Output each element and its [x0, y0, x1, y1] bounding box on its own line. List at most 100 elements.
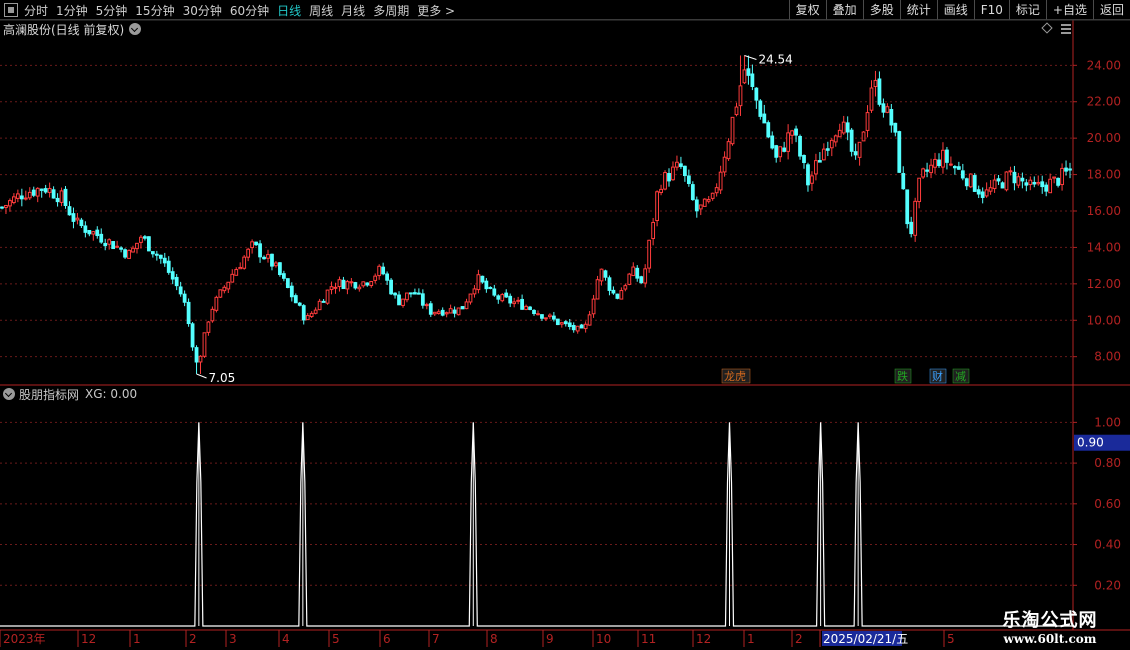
candlestick[interactable]: [67, 201, 72, 216]
candlestick[interactable]: [325, 289, 330, 305]
candlestick[interactable]: [214, 295, 219, 313]
candlestick[interactable]: [333, 282, 338, 294]
candlestick[interactable]: [1024, 179, 1029, 192]
candlestick[interactable]: [262, 255, 266, 260]
candlestick[interactable]: [75, 212, 80, 225]
candlestick[interactable]: [123, 248, 127, 259]
candlestick[interactable]: [377, 264, 382, 280]
candlestick[interactable]: [27, 187, 32, 200]
candlestick[interactable]: [710, 192, 715, 201]
candlestick[interactable]: [1048, 173, 1053, 194]
candlestick[interactable]: [413, 288, 417, 295]
candlestick[interactable]: [671, 161, 675, 181]
candlestick[interactable]: [1056, 177, 1060, 188]
candlestick[interactable]: [103, 238, 108, 251]
candlestick[interactable]: [551, 311, 556, 322]
candlestick[interactable]: [496, 294, 501, 304]
candlestick[interactable]: [698, 204, 703, 216]
candlestick[interactable]: [647, 239, 652, 273]
candlestick[interactable]: [682, 165, 687, 182]
candlestick[interactable]: [615, 293, 620, 300]
candlestick[interactable]: [929, 158, 933, 179]
candlestick[interactable]: [619, 287, 624, 300]
menu-icon[interactable]: [1061, 24, 1071, 34]
candlestick[interactable]: [984, 182, 989, 198]
candlestick[interactable]: [635, 265, 640, 282]
event-tag[interactable]: 跌: [894, 368, 912, 384]
candlestick[interactable]: [131, 245, 135, 253]
chevron-down-icon[interactable]: [3, 388, 15, 400]
candlestick[interactable]: [393, 292, 397, 299]
candlestick[interactable]: [313, 307, 318, 315]
candlestick[interactable]: [980, 187, 985, 204]
candlestick[interactable]: [659, 184, 663, 196]
candlestick[interactable]: [976, 185, 981, 199]
candlestick[interactable]: [742, 55, 747, 84]
candlestick[interactable]: [297, 301, 302, 307]
candlestick[interactable]: [853, 143, 858, 160]
candlestick[interactable]: [309, 311, 314, 318]
event-tag[interactable]: 减: [952, 368, 970, 384]
candlestick[interactable]: [901, 166, 906, 190]
candlestick[interactable]: [484, 278, 489, 293]
candlestick[interactable]: [440, 307, 445, 317]
candlestick[interactable]: [274, 261, 278, 268]
candlestick[interactable]: [210, 306, 215, 323]
candlestick[interactable]: [246, 247, 251, 262]
candlestick[interactable]: [289, 282, 294, 302]
candlestick[interactable]: [95, 226, 100, 239]
candlestick[interactable]: [992, 174, 997, 193]
candlestick[interactable]: [663, 170, 667, 191]
candlestick[interactable]: [0, 206, 4, 210]
candlestick[interactable]: [436, 309, 441, 315]
candlestick[interactable]: [798, 134, 802, 160]
candlestick[interactable]: [1060, 163, 1064, 191]
candlestick[interactable]: [1032, 176, 1037, 188]
candlestick[interactable]: [841, 115, 846, 135]
candlestick[interactable]: [524, 304, 528, 311]
candlestick[interactable]: [468, 293, 473, 305]
candlestick[interactable]: [480, 275, 485, 284]
candlestick[interactable]: [559, 321, 564, 328]
candlestick[interactable]: [150, 251, 155, 258]
candlestick[interactable]: [786, 124, 791, 160]
candlestick[interactable]: [595, 275, 600, 300]
candlestick[interactable]: [655, 190, 659, 227]
candlestick[interactable]: [933, 152, 937, 174]
candlestick[interactable]: [349, 278, 354, 287]
candlestick[interactable]: [949, 156, 953, 167]
candlestick[interactable]: [877, 71, 882, 107]
candlestick[interactable]: [401, 298, 405, 308]
candlestick[interactable]: [361, 281, 366, 288]
event-tag[interactable]: 财: [929, 368, 947, 384]
candlestick[interactable]: [714, 183, 719, 197]
candlestick[interactable]: [278, 262, 282, 277]
candlestick[interactable]: [754, 87, 759, 109]
candlestick[interactable]: [19, 188, 24, 207]
candlestick[interactable]: [972, 173, 977, 192]
candlestick[interactable]: [1000, 181, 1005, 189]
candlestick[interactable]: [258, 240, 262, 263]
candlestick[interactable]: [202, 332, 207, 358]
candlestick[interactable]: [1044, 182, 1049, 197]
candlestick[interactable]: [694, 196, 699, 218]
candlestick[interactable]: [770, 131, 775, 150]
candlestick[interactable]: [821, 143, 826, 161]
candlestick[interactable]: [726, 138, 731, 161]
candlestick[interactable]: [31, 186, 36, 198]
candlestick[interactable]: [599, 268, 604, 286]
candlestick[interactable]: [39, 188, 44, 198]
candlestick[interactable]: [508, 293, 513, 308]
candlestick[interactable]: [182, 290, 187, 307]
candlestick[interactable]: [571, 322, 576, 333]
candlestick[interactable]: [389, 278, 393, 295]
candlestick[interactable]: [690, 181, 695, 201]
candlestick[interactable]: [806, 162, 810, 192]
candlestick[interactable]: [738, 55, 743, 116]
candlestick[interactable]: [293, 293, 298, 304]
candlestick[interactable]: [111, 241, 116, 250]
candlestick[interactable]: [226, 281, 231, 294]
candlestick[interactable]: [381, 262, 386, 276]
candlestick[interactable]: [829, 138, 834, 157]
candlestick[interactable]: [516, 296, 521, 305]
